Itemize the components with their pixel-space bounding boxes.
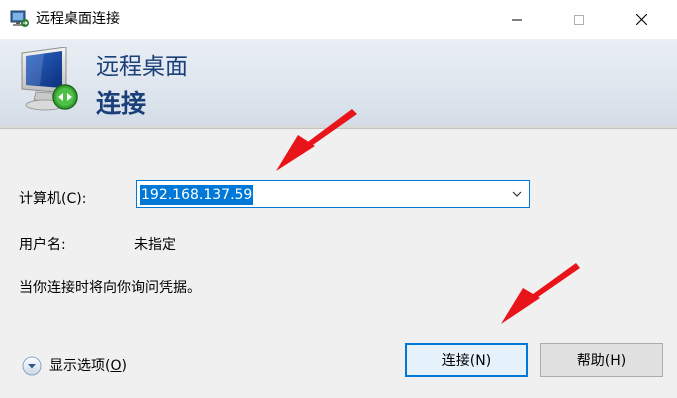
remote-desktop-icon xyxy=(10,10,29,27)
computer-input[interactable]: 192.168.137.59 xyxy=(140,185,254,205)
close-button[interactable] xyxy=(618,0,664,39)
username-value: 未指定 xyxy=(134,237,176,253)
show-options-label[interactable]: 显示选项(O) xyxy=(49,357,127,375)
computer-combobox[interactable]: 192.168.137.59 xyxy=(136,180,530,208)
computer-label: 计算机(C): xyxy=(19,191,87,207)
connect-button[interactable]: 连接(N) xyxy=(405,343,528,377)
minimize-button[interactable] xyxy=(494,0,540,39)
header-title: 远程桌面 xyxy=(96,54,188,80)
title-bar: 远程桌面连接 xyxy=(0,0,677,39)
maximize-button[interactable] xyxy=(556,0,602,39)
header-subtitle: 连接 xyxy=(96,89,147,118)
header-divider xyxy=(0,125,677,129)
header-banner: 远程桌面 连接 xyxy=(0,39,677,125)
help-button[interactable]: 帮助(H) xyxy=(540,343,663,377)
window-title: 远程桌面连接 xyxy=(36,11,120,27)
credentials-notice: 当你连接时将向你询问凭据。 xyxy=(19,280,201,296)
expand-options-icon[interactable] xyxy=(22,356,42,376)
maximize-icon xyxy=(574,14,584,25)
remote-desktop-window: 远程桌面连接 远程桌面 连接 计算机(C): 192.168.137.59 用户… xyxy=(0,0,677,398)
chevron-down-icon[interactable] xyxy=(511,189,523,199)
remote-desktop-monitor-icon xyxy=(21,47,78,111)
show-options-toggle[interactable]: 显示选项(O) xyxy=(22,354,127,378)
close-icon xyxy=(635,14,647,25)
minimize-icon xyxy=(512,19,522,20)
username-label: 用户名: xyxy=(19,237,66,253)
annotation-arrow-connect xyxy=(501,263,580,324)
